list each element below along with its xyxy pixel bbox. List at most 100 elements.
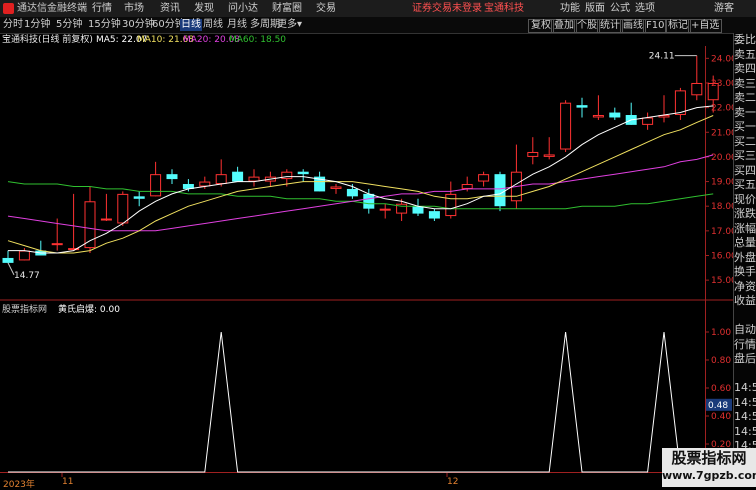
period-multi[interactable]: 多周期 bbox=[250, 19, 280, 31]
side-panel-item: 14:5 bbox=[734, 381, 756, 394]
indicator-name: 黄氏启爆: 0.00 bbox=[58, 305, 120, 315]
period-5min[interactable]: 5分钟 bbox=[56, 19, 82, 31]
candle-body bbox=[51, 243, 63, 246]
period-toolbar: 分时 1分钟 5分钟 15分钟 30分钟 60分钟 日线 周线 月线 多周期 更… bbox=[0, 17, 756, 34]
candle-body bbox=[232, 171, 244, 182]
tool-add-watchlist[interactable]: +自选 bbox=[688, 19, 723, 33]
y-tick-label: 21.00 bbox=[711, 128, 733, 138]
side-panel-item: 买四 bbox=[734, 163, 756, 177]
candle-body bbox=[543, 154, 555, 157]
period-1min[interactable]: 1分钟 bbox=[24, 19, 50, 31]
side-panel-item: 卖一 bbox=[734, 105, 756, 119]
menu-hangqing[interactable]: 行情 bbox=[92, 2, 112, 15]
menu-gongneng[interactable]: 功能 bbox=[560, 2, 580, 15]
y-tick-label: 23.00 bbox=[711, 79, 733, 89]
side-panel-item: 14:5 bbox=[734, 424, 756, 438]
candle-body bbox=[527, 151, 539, 157]
side-panel-item: 涨幅 bbox=[734, 221, 756, 235]
candle-body bbox=[215, 174, 227, 185]
watermark: 股票指标网 www.7gpzb.com bbox=[662, 448, 756, 487]
period-more[interactable]: 更多 bbox=[277, 19, 297, 31]
period-30min[interactable]: 30分钟 bbox=[122, 19, 155, 31]
candle-body bbox=[346, 188, 358, 197]
ind-y-tick-label: 0.60 bbox=[711, 384, 731, 394]
indicator-source: 股票指标网 bbox=[2, 305, 48, 315]
candle-body bbox=[166, 174, 178, 180]
side-panel-item: 卖四 bbox=[734, 62, 756, 75]
ma20-line bbox=[7, 154, 714, 232]
side-panel-item: 行情 bbox=[734, 337, 756, 351]
ind-y-tick-label: 0.80 bbox=[711, 356, 731, 366]
candle-body bbox=[576, 105, 588, 108]
menu-banmian[interactable]: 版面 bbox=[585, 2, 605, 15]
candle-body bbox=[412, 206, 424, 214]
menu-zixun[interactable]: 资讯 bbox=[160, 2, 180, 15]
candle-body bbox=[330, 186, 342, 189]
candle-body bbox=[117, 193, 129, 224]
menu-caifuquan[interactable]: 财富圈 bbox=[272, 2, 302, 15]
side-panel-item: 14:5 bbox=[734, 395, 756, 409]
quote-side-panel[interactable]: 委比 卖五 卖四 卖三 卖二 卖一 买一 买二 买三 买四 买五 现价 涨跌 涨幅 总量 外盘 换手 净资 收益 自动… bbox=[733, 33, 756, 487]
menu-xuanxiang[interactable]: 选项 bbox=[635, 2, 655, 15]
x-label-nov: 11 bbox=[62, 477, 74, 487]
side-panel-item: 卖二 bbox=[734, 91, 756, 104]
side-panel-item: 自动 bbox=[734, 323, 756, 336]
menu-shichang[interactable]: 市场 bbox=[124, 2, 144, 15]
x-label-dec: 12 bbox=[447, 477, 459, 487]
period-fenshi[interactable]: 分时 bbox=[3, 19, 23, 31]
user-label[interactable]: 游客 bbox=[714, 2, 734, 15]
side-panel-item: 现价 bbox=[734, 192, 756, 206]
y-tick-label: 18.00 bbox=[711, 202, 733, 212]
chevron-down-icon[interactable]: ▾ bbox=[297, 19, 302, 31]
candle-body bbox=[248, 176, 260, 182]
side-panel-item: 卖三 bbox=[734, 76, 756, 90]
app-logo-icon bbox=[3, 3, 14, 14]
high-price-label: 24.11 bbox=[649, 52, 675, 62]
y-tick-label: 15.00 bbox=[711, 276, 733, 286]
menu-wenxiaoda[interactable]: 问小达 bbox=[228, 2, 258, 15]
tool-f10[interactable]: F10 bbox=[643, 19, 668, 33]
kline-chart[interactable]: 24.00 23.00 22.00 21.00 20.00 19.00 18.00 17.00… bbox=[0, 46, 733, 487]
y-tick-label: 19.00 bbox=[711, 178, 733, 188]
candle-body bbox=[445, 193, 457, 217]
period-daily[interactable]: 日线 bbox=[180, 19, 202, 31]
menu-faxian[interactable]: 发现 bbox=[194, 2, 214, 15]
y-tick-label: 17.00 bbox=[711, 227, 733, 237]
candle-body bbox=[478, 174, 490, 182]
ma10-line bbox=[7, 115, 714, 254]
candle-body bbox=[363, 193, 375, 209]
candle-body bbox=[379, 208, 391, 211]
y-tick-label: 20.00 bbox=[711, 153, 733, 163]
ind-y-tick-label: 1.00 bbox=[711, 328, 731, 338]
indicator-line bbox=[8, 331, 714, 473]
low-price-label: 14.77 bbox=[14, 271, 40, 281]
candle-body bbox=[691, 82, 703, 96]
period-15min[interactable]: 15分钟 bbox=[88, 19, 121, 31]
side-panel-item bbox=[734, 367, 756, 382]
candle-body bbox=[297, 171, 309, 175]
watermark-title: 股票指标网 bbox=[671, 449, 747, 467]
side-panel-item: 买五 bbox=[734, 178, 756, 191]
side-panel-item: 涨跌 bbox=[734, 207, 756, 220]
side-panel-item: 卖五 bbox=[734, 47, 756, 61]
menu-gongshi[interactable]: 公式 bbox=[610, 2, 630, 15]
app-title: 通达信金融终端 bbox=[17, 3, 87, 14]
candle-body bbox=[133, 196, 145, 199]
side-panel-item: 委比 bbox=[734, 33, 756, 46]
side-panel-item bbox=[734, 309, 756, 324]
period-monthly[interactable]: 月线 bbox=[227, 19, 247, 31]
candle-body bbox=[494, 174, 506, 207]
y-tick-label: 16.00 bbox=[711, 251, 733, 261]
main-chart-info: 宝通科技(日线 前复权) MA5: 22.07 MA10: 21.68 MA20… bbox=[0, 34, 705, 46]
y-tick-label: 24.00 bbox=[711, 54, 733, 64]
period-weekly[interactable]: 周线 bbox=[203, 19, 223, 31]
menu-jiaoyi[interactable]: 交易 bbox=[316, 2, 336, 15]
candle-body bbox=[150, 174, 162, 197]
side-panel-item: 买二 bbox=[734, 134, 756, 148]
candle-body bbox=[609, 112, 621, 118]
login-notice[interactable]: 证券交易未登录 bbox=[412, 2, 482, 15]
chart-title: 宝通科技(日线 前复权) bbox=[2, 35, 93, 45]
candle-body bbox=[461, 184, 473, 189]
y-tick-label: 22.00 bbox=[711, 104, 733, 114]
ma60-label: MA60: 18.50 bbox=[229, 35, 287, 45]
